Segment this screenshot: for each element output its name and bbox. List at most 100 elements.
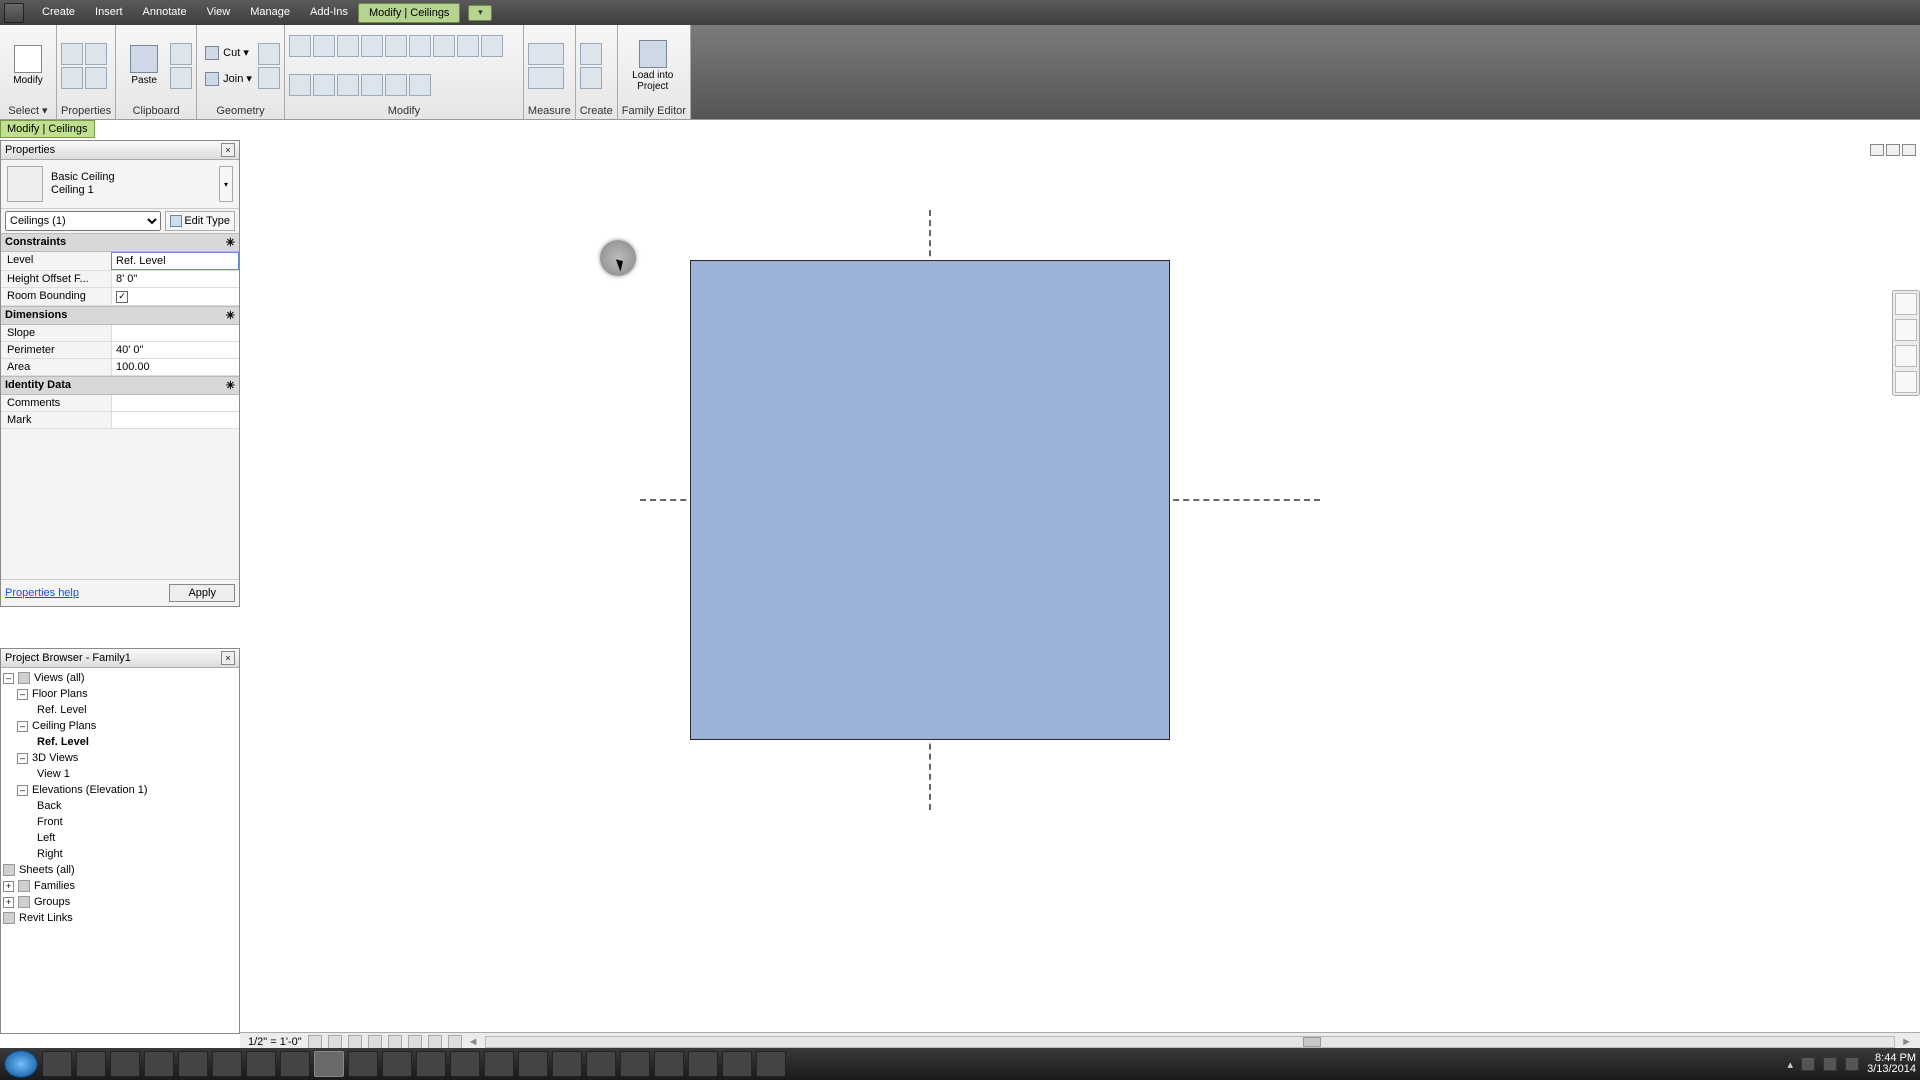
close-icon[interactable]: ×: [221, 651, 235, 665]
ribbon-help-icon[interactable]: ▾: [468, 5, 492, 21]
copy-clipboard-button[interactable]: [170, 67, 192, 89]
menu-modify-ceilings[interactable]: Modify | Ceilings: [358, 3, 461, 23]
instance-filter-select[interactable]: Ceilings (1): [5, 211, 161, 231]
prop-value[interactable]: Ref. Level: [111, 252, 239, 270]
taskbar-chrome-icon[interactable]: [110, 1051, 140, 1077]
tree-groups[interactable]: +Groups: [3, 894, 237, 910]
zoom-region-icon[interactable]: [1895, 371, 1917, 393]
modify-tool-button[interactable]: Modify: [4, 29, 52, 101]
taskbar-folder-icon[interactable]: [144, 1051, 174, 1077]
taskbar-indesign-icon[interactable]: [484, 1051, 514, 1077]
taskbar-app9-icon[interactable]: [654, 1051, 684, 1077]
tree-floorplan-item[interactable]: Ref. Level: [3, 702, 237, 718]
aligned-dim-button[interactable]: [528, 43, 564, 65]
taskbar-navisworks-icon[interactable]: [348, 1051, 378, 1077]
tree-toggle-icon[interactable]: +: [3, 897, 14, 908]
tree-views-root[interactable]: –Views (all): [3, 670, 237, 686]
prop-value[interactable]: [111, 395, 239, 411]
home-view-icon[interactable]: [1895, 293, 1917, 315]
visual-style-icon[interactable]: [328, 1035, 342, 1049]
prop-row-perimeter[interactable]: Perimeter40' 0": [1, 342, 239, 359]
cut-clipboard-button[interactable]: [170, 43, 192, 65]
rotate-button[interactable]: [313, 74, 335, 96]
cope-button[interactable]: [258, 43, 280, 65]
instance-properties-button[interactable]: [61, 67, 83, 89]
detail-level-icon[interactable]: [308, 1035, 322, 1049]
close-view-icon[interactable]: [1902, 144, 1916, 156]
taskbar-app2-icon[interactable]: [280, 1051, 310, 1077]
taskbar-app3-icon[interactable]: [382, 1051, 412, 1077]
join-geometry-button[interactable]: Join ▾: [201, 69, 256, 89]
restore-view-icon[interactable]: [1886, 144, 1900, 156]
taskbar-powerpoint-icon[interactable]: [246, 1051, 276, 1077]
tree-toggle-icon[interactable]: –: [17, 721, 28, 732]
tree-3d-item[interactable]: View 1: [3, 766, 237, 782]
mirror-axis-button[interactable]: [337, 35, 359, 57]
offset-button[interactable]: [313, 35, 335, 57]
tree-sheets[interactable]: Sheets (all): [3, 862, 237, 878]
taskbar-app6-icon[interactable]: [552, 1051, 582, 1077]
tree-toggle-icon[interactable]: –: [17, 689, 28, 700]
tree-families[interactable]: +Families: [3, 878, 237, 894]
prop-row-mark[interactable]: Mark: [1, 412, 239, 429]
checkbox-icon[interactable]: ✓: [116, 291, 128, 303]
prop-row-room-bounding[interactable]: Room Bounding✓: [1, 288, 239, 306]
start-button[interactable]: [4, 1050, 38, 1078]
split-face-button[interactable]: [258, 67, 280, 89]
pin-button[interactable]: [337, 74, 359, 96]
pan-icon[interactable]: [1895, 345, 1917, 367]
prop-row-area[interactable]: Area100.00: [1, 359, 239, 376]
crop-region-icon[interactable]: [408, 1035, 422, 1049]
prop-value[interactable]: [111, 412, 239, 428]
horizontal-scrollbar[interactable]: [485, 1036, 1896, 1048]
tree-3d-views[interactable]: –3D Views: [3, 750, 237, 766]
tree-elevation-item[interactable]: Left: [3, 830, 237, 846]
hide-isolate-icon[interactable]: [428, 1035, 442, 1049]
mirror-draw-button[interactable]: [361, 35, 383, 57]
tree-toggle-icon[interactable]: –: [3, 673, 14, 684]
project-units-button[interactable]: [85, 67, 107, 89]
delete-button[interactable]: [409, 74, 431, 96]
apply-button[interactable]: Apply: [169, 584, 235, 602]
menu-annotate[interactable]: Annotate: [133, 3, 197, 23]
align-button[interactable]: [289, 35, 311, 57]
menu-view[interactable]: View: [197, 3, 241, 23]
tree-toggle-icon[interactable]: –: [17, 753, 28, 764]
prop-value[interactable]: ✓: [111, 288, 239, 305]
prop-value[interactable]: 40' 0": [111, 342, 239, 358]
sun-path-icon[interactable]: [348, 1035, 362, 1049]
menu-add-ins[interactable]: Add-Ins: [300, 3, 358, 23]
crop-view-icon[interactable]: [388, 1035, 402, 1049]
tree-toggle-icon[interactable]: +: [3, 881, 14, 892]
section-constraints[interactable]: Constraints✳: [1, 233, 239, 252]
drawing-canvas[interactable]: [240, 140, 1920, 1034]
taskbar-revit-icon[interactable]: [314, 1051, 344, 1077]
group-button[interactable]: [385, 74, 407, 96]
section-identity[interactable]: Identity Data✳: [1, 376, 239, 395]
taskbar-record-icon[interactable]: [688, 1051, 718, 1077]
prop-value[interactable]: [111, 325, 239, 341]
prop-row-slope[interactable]: Slope: [1, 325, 239, 342]
taskbar-app5-icon[interactable]: [518, 1051, 548, 1077]
taskbar-app7-icon[interactable]: [586, 1051, 616, 1077]
prop-value[interactable]: 100.00: [111, 359, 239, 375]
taskbar-photoshop-icon[interactable]: [450, 1051, 480, 1077]
prop-value[interactable]: 8' 0": [111, 271, 239, 287]
array-button[interactable]: [433, 35, 455, 57]
create-similar-button[interactable]: [580, 43, 602, 65]
measure-button[interactable]: [528, 67, 564, 89]
prop-row-comments[interactable]: Comments: [1, 395, 239, 412]
menu-create[interactable]: Create: [32, 3, 85, 23]
taskbar-app8-icon[interactable]: [620, 1051, 650, 1077]
clock[interactable]: 8:44 PM 3/13/2014: [1867, 1053, 1916, 1075]
cut-geometry-button[interactable]: Cut ▾: [201, 43, 256, 63]
tree-ceiling-plans[interactable]: –Ceiling Plans: [3, 718, 237, 734]
tree-elevation-item[interactable]: Back: [3, 798, 237, 814]
taskbar-app10-icon[interactable]: [722, 1051, 752, 1077]
menu-insert[interactable]: Insert: [85, 3, 133, 23]
paste-button[interactable]: Paste: [120, 30, 168, 102]
tree-elevation-item[interactable]: Front: [3, 814, 237, 830]
scrollbar-thumb[interactable]: [1303, 1037, 1321, 1047]
zoom-icon[interactable]: [1895, 319, 1917, 341]
split-button[interactable]: [385, 35, 407, 57]
